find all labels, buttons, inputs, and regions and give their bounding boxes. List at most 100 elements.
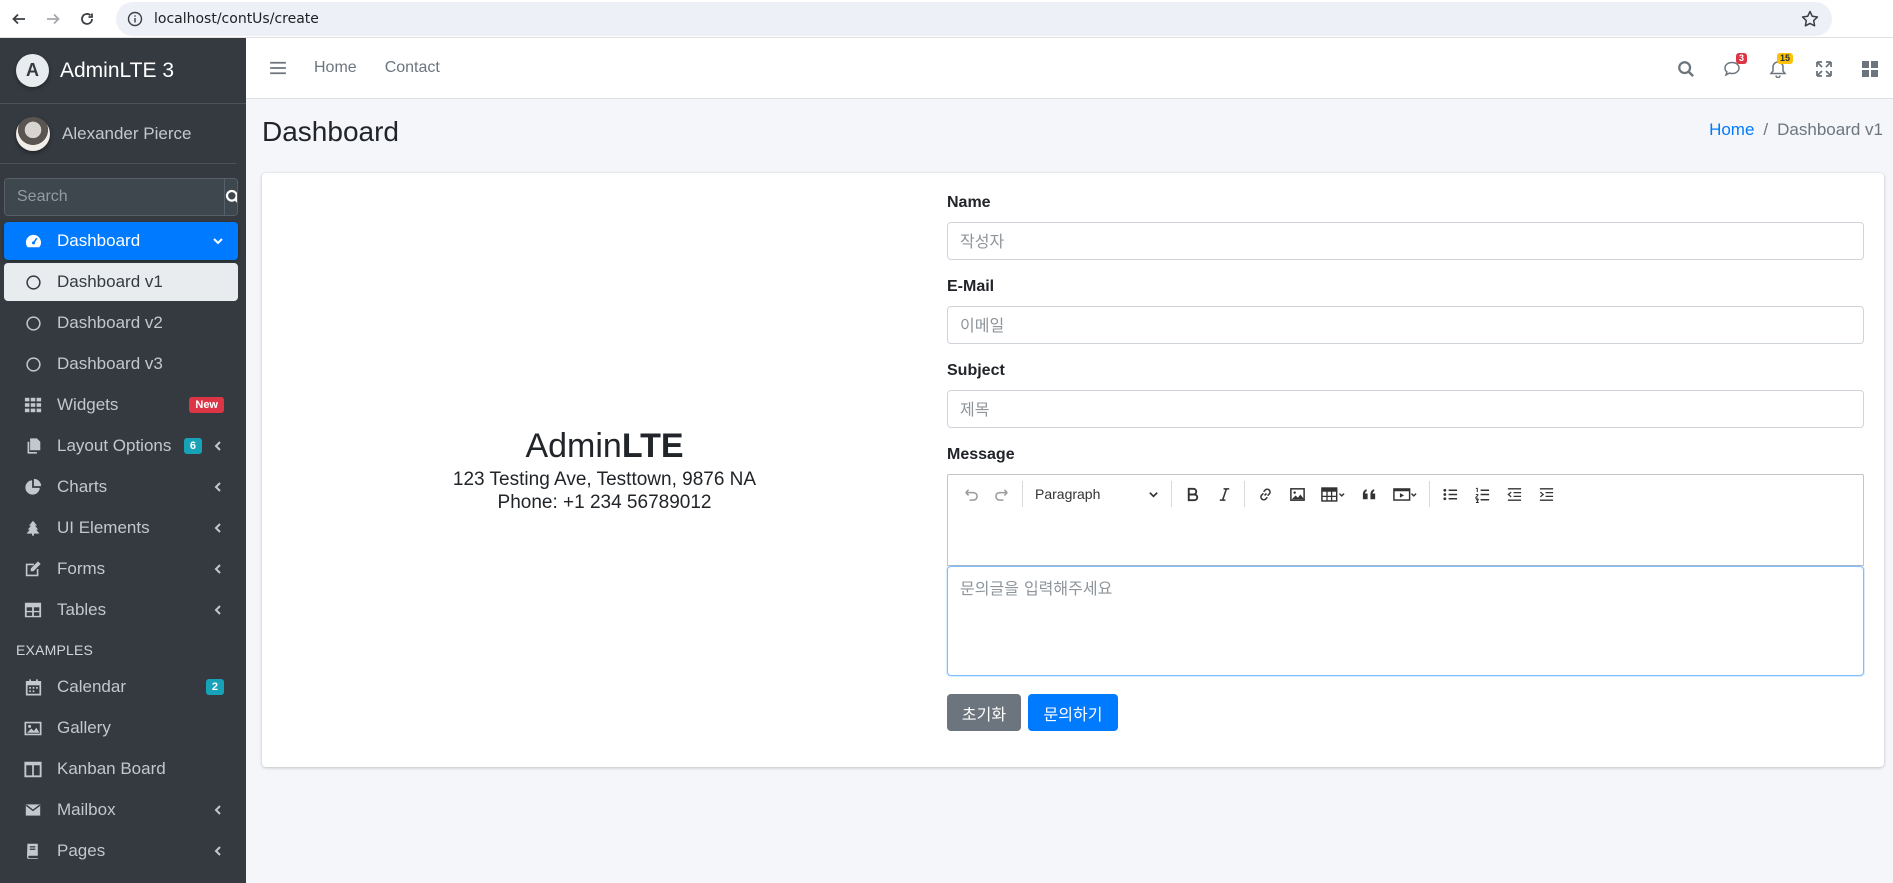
sidebar-item-forms[interactable]: Forms: [4, 550, 238, 588]
user-panel: Alexander Pierce: [0, 104, 236, 164]
breadcrumb-home-link[interactable]: Home: [1709, 120, 1754, 140]
menu-toggle-icon[interactable]: [268, 58, 288, 78]
name-label: Name: [947, 194, 991, 211]
site-info-icon[interactable]: [126, 10, 144, 28]
bold-icon[interactable]: [1176, 479, 1208, 509]
sidebar-item-label: Mailbox: [57, 800, 116, 819]
fullscreen-expand-icon[interactable]: [1801, 49, 1847, 89]
sidebar-item-label: Widgets: [57, 395, 119, 414]
submit-button[interactable]: 문의하기: [1028, 694, 1118, 731]
sidebar-search-button[interactable]: [224, 179, 237, 215]
count-badge: 2: [205, 679, 224, 695]
circle-icon: [22, 271, 44, 293]
back-icon[interactable]: [4, 4, 34, 34]
brand-link[interactable]: A AdminLTE 3: [0, 38, 246, 104]
sidebar-item-label: Forms: [57, 559, 106, 578]
subject-input[interactable]: [947, 390, 1864, 428]
notifications-bell-icon[interactable]: 15: [1755, 49, 1801, 89]
messages-icon[interactable]: 3: [1709, 49, 1755, 89]
user-name-link[interactable]: Alexander Pierce: [62, 124, 191, 144]
sidebar-item-pages[interactable]: Pages: [4, 832, 238, 870]
email-input[interactable]: [947, 306, 1864, 344]
nav-link-contact[interactable]: Contact: [385, 59, 440, 77]
th-icon: [22, 394, 44, 416]
link-icon[interactable]: [1249, 479, 1281, 509]
notifications-count-badge: 15: [1776, 52, 1793, 64]
indent-icon[interactable]: [1530, 479, 1562, 509]
reset-button[interactable]: 초기화: [947, 694, 1021, 731]
bookmark-star-icon[interactable]: [1800, 9, 1820, 29]
tachometer-icon: [22, 230, 44, 252]
outdent-icon[interactable]: [1498, 479, 1530, 509]
address-bar[interactable]: localhost/contUs/create: [116, 2, 1832, 36]
redo-icon[interactable]: [986, 479, 1018, 509]
company-name-light: Admin: [525, 426, 622, 465]
table-insert-icon[interactable]: [1313, 479, 1353, 509]
image-icon: [22, 717, 44, 739]
columns-icon: [22, 758, 44, 780]
chevron-left-icon: [214, 523, 221, 533]
sidebar-item-label: Tables: [57, 600, 107, 619]
forward-icon[interactable]: [38, 4, 68, 34]
heading-dropdown[interactable]: Paragraph: [1027, 479, 1167, 509]
media-embed-icon[interactable]: [1385, 479, 1425, 509]
rich-text-editor-area[interactable]: [947, 513, 1864, 566]
sidebar-item-gallery[interactable]: Gallery: [4, 709, 238, 747]
message-textarea[interactable]: [947, 566, 1864, 676]
numbered-list-icon[interactable]: [1466, 479, 1498, 509]
chevron-left-icon: [214, 441, 221, 451]
sidebar-item-tables[interactable]: Tables: [4, 591, 238, 629]
company-name: AdminLTE: [525, 426, 683, 467]
sidebar-item-charts[interactable]: Charts: [4, 468, 238, 506]
sidebar-search-input[interactable]: [5, 179, 224, 215]
control-sidebar-grid-icon[interactable]: [1847, 49, 1893, 89]
sidebar-search: [4, 178, 238, 216]
image-insert-icon[interactable]: [1281, 479, 1313, 509]
navbar-search-icon[interactable]: [1663, 49, 1709, 89]
sidebar-item-label: Kanban Board: [57, 759, 166, 778]
message-label: Message: [947, 446, 1015, 463]
avatar: [16, 116, 50, 151]
sidebar-item-label: Charts: [57, 477, 108, 496]
messages-count-badge: 3: [1735, 52, 1747, 64]
book-icon: [22, 840, 44, 862]
toolbar-divider: [1244, 481, 1245, 507]
nav-link-home[interactable]: Home: [314, 59, 357, 77]
sidebar-item-label: UI Elements: [57, 518, 150, 537]
new-badge: New: [189, 397, 224, 413]
toolbar-divider: [1429, 481, 1430, 507]
sidebar-item-dashboard[interactable]: Dashboard: [4, 222, 238, 260]
sidebar-item-label: Dashboard v3: [57, 354, 163, 373]
content-header: Dashboard Home / Dashboard v1: [246, 99, 1893, 173]
sidebar-item-kanban-board[interactable]: Kanban Board: [4, 750, 238, 788]
undo-icon[interactable]: [954, 479, 986, 509]
sidebar-item-calendar[interactable]: Calendar 2: [4, 668, 238, 706]
editor-toolbar: Paragraph: [947, 474, 1864, 514]
edit-icon: [22, 558, 44, 580]
sidebar-item-widgets[interactable]: Widgets New: [4, 386, 238, 424]
chevron-left-icon: [214, 564, 221, 574]
envelope-icon: [22, 799, 44, 821]
sidebar-item-ui-elements[interactable]: UI Elements: [4, 509, 238, 547]
subject-label: Subject: [947, 362, 1005, 379]
main-header: Home Contact 3 15: [246, 38, 1893, 99]
chevron-left-icon: [214, 805, 221, 815]
reload-icon[interactable]: [72, 4, 102, 34]
italic-icon[interactable]: [1208, 479, 1240, 509]
sidebar-item-label: Layout Options: [57, 436, 172, 455]
bulleted-list-icon[interactable]: [1434, 479, 1466, 509]
sidebar-item-dashboard-v2[interactable]: Dashboard v2: [4, 304, 238, 342]
sidebar-item-mailbox[interactable]: Mailbox: [4, 791, 238, 829]
tree-icon: [22, 517, 44, 539]
sidebar-item-dashboard-v3[interactable]: Dashboard v3: [4, 345, 238, 383]
sidebar-item-label: Dashboard: [57, 231, 141, 250]
name-input[interactable]: [947, 222, 1864, 260]
chevron-left-icon: [214, 846, 221, 856]
sidebar-item-label: Gallery: [57, 718, 111, 737]
blockquote-icon[interactable]: [1353, 479, 1385, 509]
chart-pie-icon: [22, 476, 44, 498]
sidebar-item-layout-options[interactable]: Layout Options 6: [4, 427, 238, 465]
sidebar-item-dashboard-v1[interactable]: Dashboard v1: [4, 263, 238, 301]
url-text[interactable]: localhost/contUs/create: [154, 11, 319, 27]
sidebar-item-label: Dashboard v2: [57, 313, 163, 332]
